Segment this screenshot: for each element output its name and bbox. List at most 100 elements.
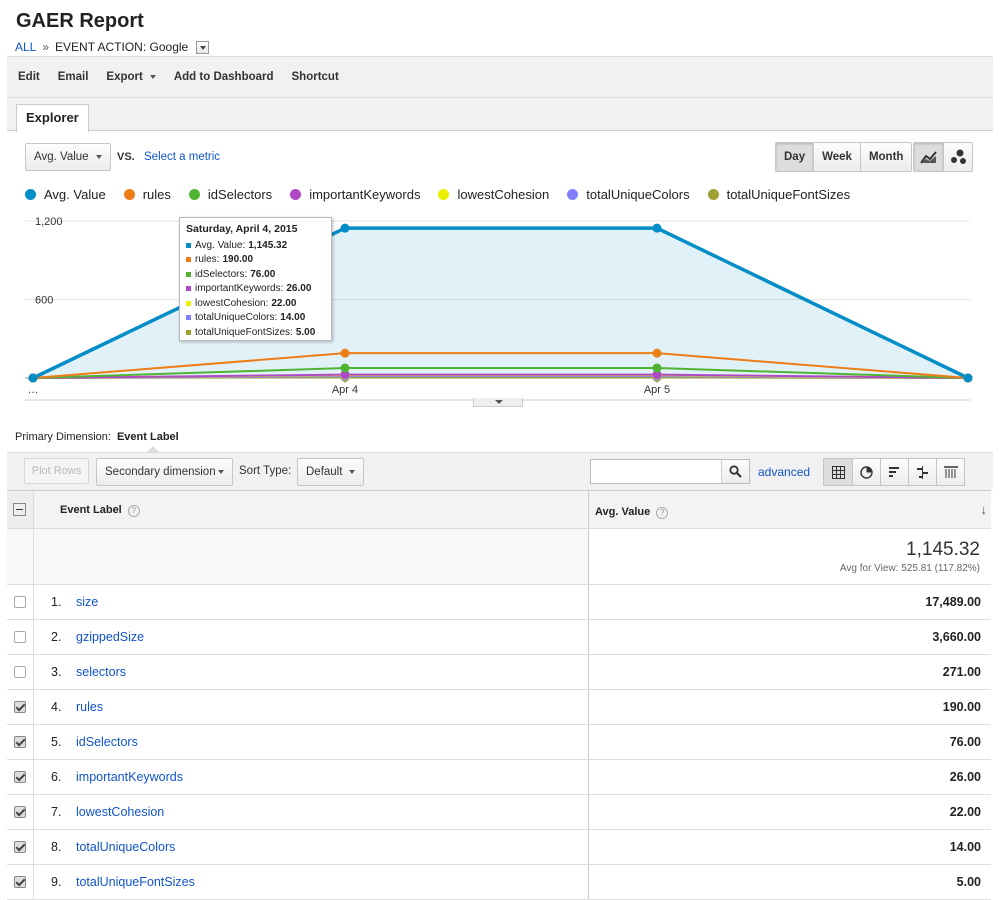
- tooltip-row-label: importantKeywords:: [195, 283, 284, 295]
- row-checkbox[interactable]: [14, 771, 26, 783]
- secondary-dimension-select[interactable]: Secondary dimension: [96, 458, 233, 486]
- search-button[interactable]: [721, 460, 749, 483]
- collapse-all-checkbox[interactable]: [13, 503, 26, 516]
- tooltip-row: importantKeywords: 26.00: [186, 282, 325, 297]
- row-checkbox-cell: [7, 865, 34, 899]
- pivot-view-button[interactable]: [936, 459, 964, 485]
- primary-dimension-value[interactable]: Event Label: [117, 431, 179, 443]
- export-button[interactable]: Export: [106, 71, 156, 83]
- row-label-link[interactable]: selectors: [76, 665, 126, 679]
- legend-item-importantkeywords[interactable]: importantKeywords: [290, 187, 420, 202]
- data-point-rules: [340, 348, 350, 358]
- tooltip-row: totalUniqueColors: 14.00: [186, 311, 325, 326]
- row-checkbox[interactable]: [14, 841, 26, 853]
- legend-label: rules: [142, 187, 171, 202]
- edit-button[interactable]: Edit: [18, 71, 40, 83]
- legend-item-idselectors[interactable]: idSelectors: [188, 187, 273, 202]
- chevron-down-icon: [149, 75, 156, 79]
- tooltip-row: idSelectors: 76.00: [186, 267, 325, 282]
- legend-dot-icon: [707, 189, 719, 200]
- legend-item-lowestcohesion[interactable]: lowestCohesion: [438, 187, 549, 202]
- row-label-link[interactable]: lowestCohesion: [76, 805, 164, 819]
- advanced-filter-link[interactable]: advanced: [758, 465, 810, 479]
- event-label-header-text: Event Label?: [60, 504, 140, 517]
- row-label-link[interactable]: size: [76, 595, 98, 609]
- sort-type-select[interactable]: Default: [297, 458, 364, 486]
- series-color-swatch: [186, 242, 191, 248]
- row-checkbox[interactable]: [14, 736, 26, 748]
- sort-descending-icon[interactable]: ↓: [981, 502, 988, 517]
- event-label-header[interactable]: Event Label?: [34, 491, 589, 528]
- table-row: 8. totalUniqueColors 14.00: [7, 830, 991, 865]
- chart-tooltip: Saturday, April 4, 2015 Avg. Value: 1,145…: [179, 217, 332, 341]
- month-button[interactable]: Month: [859, 143, 912, 171]
- breadcrumb-separator: »: [42, 40, 50, 54]
- row-checkbox[interactable]: [14, 806, 26, 818]
- legend-item-totaluniquefontsizes[interactable]: totalUniqueFontSizes: [707, 187, 850, 202]
- line-chart-button[interactable]: [914, 143, 943, 171]
- totals-cell-value: 1,145.32 Avg for View: 525.81 (117.82%): [589, 529, 991, 584]
- row-label-link[interactable]: importantKeywords: [76, 770, 183, 784]
- tooltip-row-label: lowestCohesion:: [195, 297, 269, 309]
- row-value: 3,660.00: [932, 630, 981, 644]
- avg-value-header[interactable]: Avg. Value? ↓: [589, 491, 991, 528]
- week-button[interactable]: Week: [813, 143, 860, 171]
- row-index: 3.: [51, 665, 62, 679]
- row-checkbox-cell: [7, 585, 34, 619]
- primary-dimension: Primary Dimension: Event Label: [15, 431, 179, 443]
- row-label-link[interactable]: idSelectors: [76, 735, 138, 749]
- row-label-link[interactable]: gzippedSize: [76, 630, 144, 644]
- total-avg-value: 1,145.32: [906, 539, 980, 560]
- legend-item-totaluniquecolors[interactable]: totalUniqueColors: [567, 187, 690, 202]
- row-checkbox[interactable]: [14, 631, 26, 643]
- row-checkbox[interactable]: [14, 596, 26, 608]
- row-index: 1.: [51, 595, 62, 609]
- collapse-chart-handle[interactable]: [473, 398, 523, 407]
- row-checkbox[interactable]: [14, 666, 26, 678]
- tab-explorer[interactable]: Explorer: [16, 104, 89, 132]
- breadcrumb-dropdown-icon[interactable]: [196, 40, 210, 54]
- tooltip-row-label: Avg. Value:: [195, 239, 246, 251]
- tooltip-row-value: 190.00: [222, 254, 254, 266]
- row-value: 190.00: [942, 700, 981, 714]
- help-icon[interactable]: ?: [656, 507, 669, 519]
- motion-chart-button[interactable]: [943, 143, 972, 171]
- table-row: 6. importantKeywords 26.00: [7, 760, 991, 795]
- row-index: 4.: [51, 700, 62, 714]
- performance-view-button[interactable]: [880, 459, 908, 485]
- comparison-view-button[interactable]: [908, 459, 936, 485]
- legend-item-avg-value[interactable]: Avg. Value: [25, 187, 106, 202]
- row-label-cell: 2. gzippedSize: [34, 620, 589, 654]
- comparison-icon: [917, 465, 928, 479]
- day-button[interactable]: Day: [776, 143, 814, 171]
- row-label-cell: 8. totalUniqueColors: [34, 830, 589, 864]
- plot-rows-button[interactable]: Plot Rows: [24, 458, 89, 484]
- x-tick-label: Apr 5: [644, 384, 670, 396]
- add-to-dashboard-button[interactable]: Add to Dashboard: [174, 71, 274, 83]
- help-icon[interactable]: ?: [127, 505, 140, 517]
- metric-select[interactable]: Avg. Value: [25, 143, 111, 171]
- legend-item-rules[interactable]: rules: [123, 187, 171, 202]
- table-row: 7. lowestCohesion 22.00: [7, 795, 991, 830]
- secondary-dimension-label: Secondary dimension: [105, 466, 216, 478]
- shortcut-button[interactable]: Shortcut: [292, 71, 339, 83]
- tooltip-row-value: 26.00: [286, 283, 312, 295]
- row-label-link[interactable]: totalUniqueColors: [76, 840, 175, 854]
- legend-label: idSelectors: [207, 187, 273, 202]
- row-checkbox[interactable]: [14, 701, 26, 713]
- email-button[interactable]: Email: [58, 71, 89, 83]
- table-search-input[interactable]: [591, 460, 719, 482]
- page-title: GAER Report: [16, 10, 144, 32]
- row-label-link[interactable]: rules: [76, 700, 103, 714]
- select-a-metric-link[interactable]: Select a metric: [144, 151, 220, 163]
- row-value: 271.00: [942, 665, 981, 679]
- series-color-swatch: [186, 315, 191, 321]
- row-label-cell: 6. importantKeywords: [34, 760, 589, 794]
- row-label-link[interactable]: totalUniqueFontSizes: [76, 875, 195, 889]
- legend-label: importantKeywords: [309, 187, 421, 202]
- row-checkbox[interactable]: [14, 876, 26, 888]
- breadcrumb-all-link[interactable]: ALL: [15, 40, 36, 54]
- data-table-view-button[interactable]: [824, 459, 852, 485]
- chevron-down-icon: [96, 155, 102, 159]
- pie-view-button[interactable]: [852, 459, 880, 485]
